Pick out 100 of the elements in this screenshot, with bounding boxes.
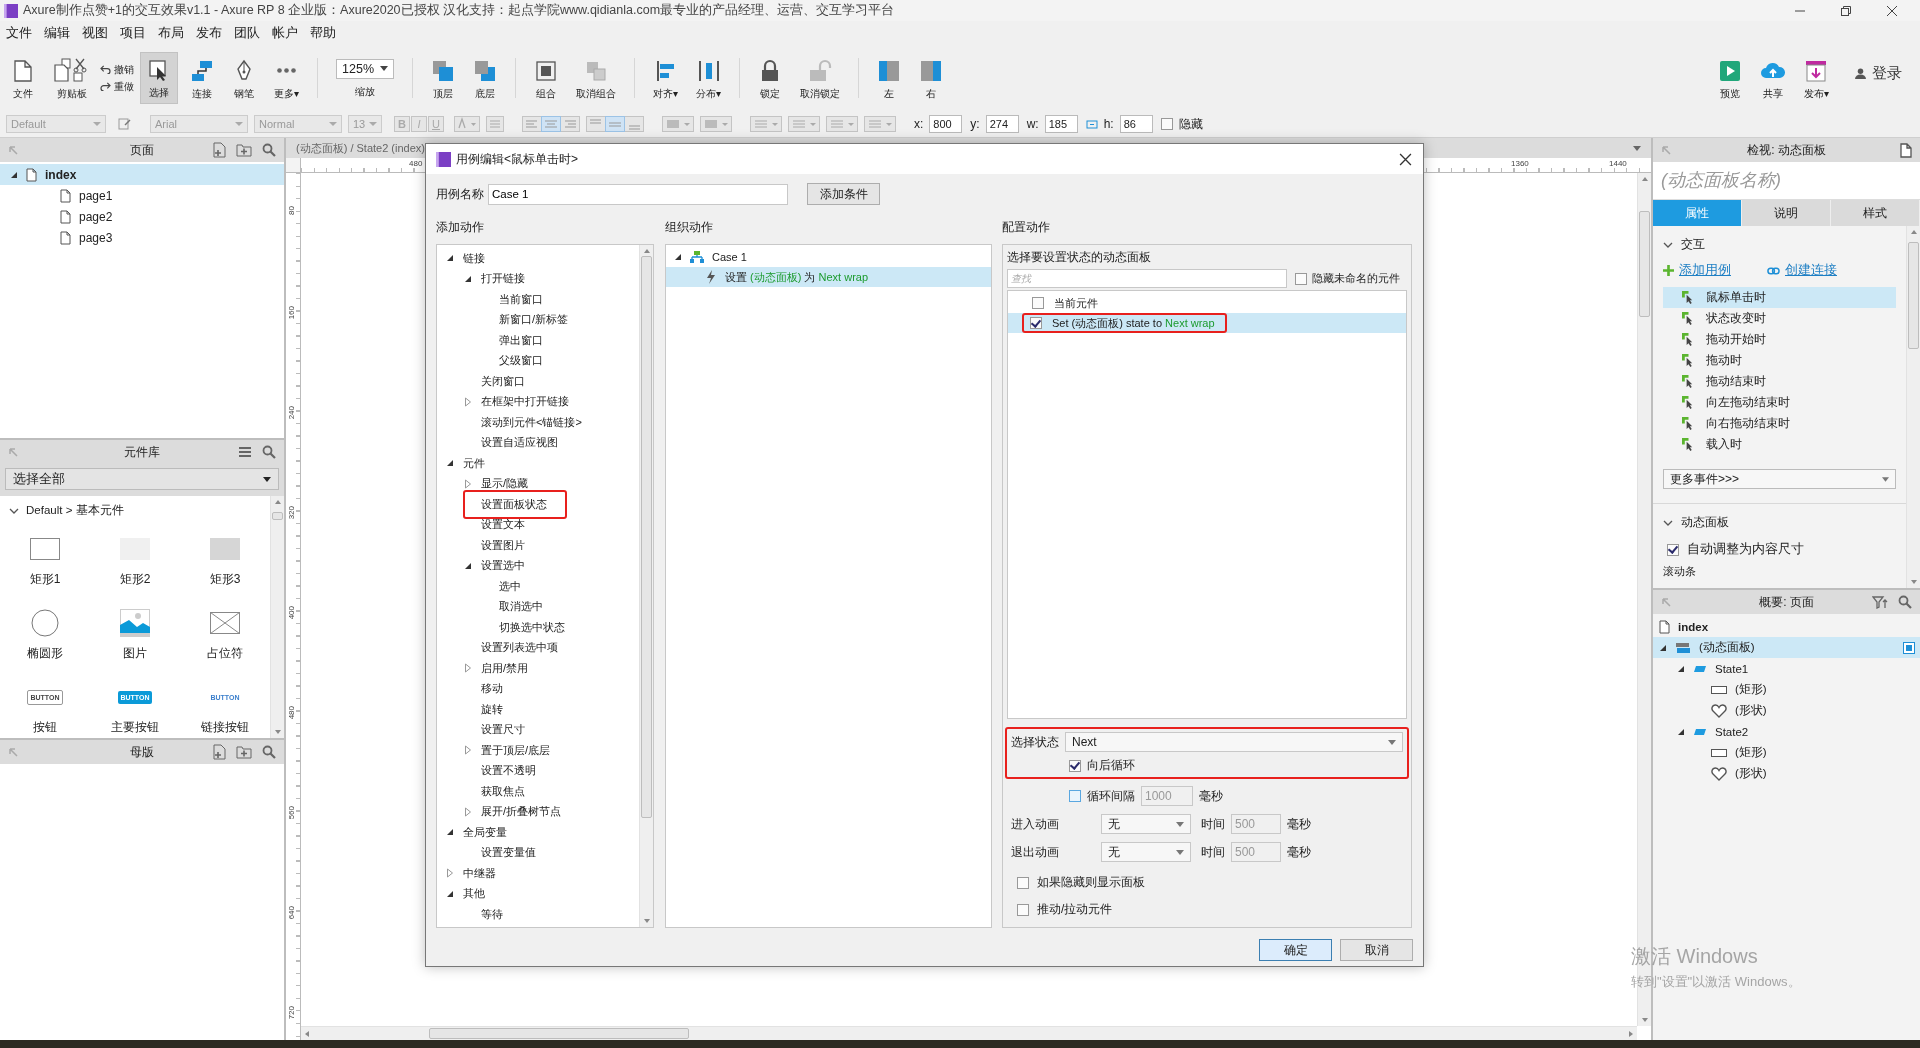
toolbar-button[interactable]: 组合 — [528, 52, 565, 104]
cancel-button[interactable]: 取消 — [1340, 939, 1413, 961]
expanded-arrow-icon[interactable] — [446, 254, 454, 263]
tab[interactable]: 说明 — [1742, 200, 1831, 226]
create-link[interactable]: 创建连接 — [1767, 262, 1837, 279]
collapse-icon[interactable] — [1663, 519, 1673, 526]
event-item[interactable]: 状态改变时 — [1663, 308, 1896, 329]
tree-item[interactable]: 在框架中打开链接 — [479, 392, 571, 412]
tree-item[interactable]: 打开链接 — [479, 269, 527, 289]
toolbar-button[interactable]: 分布▾ — [690, 52, 728, 104]
tree-item[interactable]: 展开/折叠树节点 — [479, 802, 564, 822]
checkbox[interactable] — [1017, 903, 1029, 916]
tree-item[interactable]: 设置尺寸 — [479, 720, 527, 740]
collapsed-arrow-icon[interactable] — [446, 868, 454, 879]
outline-item[interactable]: (矩形) — [1653, 679, 1920, 700]
add-page-icon[interactable] — [212, 744, 226, 760]
widget-item[interactable]: 矩形3 — [209, 534, 241, 588]
toolbar-button[interactable]: 顶层 — [425, 52, 462, 104]
toolbar-button[interactable]: 文件 — [6, 52, 40, 104]
position-field[interactable]: 86 — [1119, 115, 1153, 133]
text-align-icon[interactable] — [522, 116, 580, 132]
checkbox[interactable] — [1017, 876, 1029, 889]
font-color-icon[interactable] — [454, 116, 480, 132]
tree-item[interactable]: 父级窗口 — [497, 351, 545, 371]
collapsed-arrow-icon[interactable] — [464, 478, 472, 489]
case-label[interactable]: Case 1 — [712, 251, 747, 263]
page-item[interactable]: page2 — [0, 206, 284, 227]
canvas-tab[interactable]: (动态面板) / State2 (index) — [296, 140, 425, 156]
position-field[interactable]: 800 — [929, 115, 963, 133]
tree-item[interactable]: 取消选中 — [497, 597, 545, 617]
tree-item[interactable]: 选中 — [497, 576, 523, 596]
outline-item[interactable]: (形状) — [1653, 700, 1920, 721]
tree-item[interactable]: 设置列表选中项 — [479, 638, 560, 658]
library-group[interactable]: Default > 基本元件 — [0, 496, 124, 518]
menu-item[interactable]: 视图 — [82, 24, 108, 42]
add-condition-button[interactable]: 添加条件 — [807, 183, 880, 205]
scrollbar[interactable] — [1906, 226, 1920, 588]
widget-item[interactable]: 矩形1 — [29, 534, 61, 588]
event-item[interactable]: 载入时 — [1663, 434, 1896, 455]
outline-item[interactable]: (形状) — [1653, 763, 1920, 784]
state-dropdown[interactable]: Next — [1065, 732, 1403, 752]
toolbar-button[interactable]: 选择 — [140, 52, 178, 104]
pin-icon[interactable] — [1661, 145, 1671, 155]
event-item[interactable]: 向左拖动结束时 — [1663, 392, 1896, 413]
outline-item[interactable]: (矩形) — [1653, 742, 1920, 763]
add-page-icon[interactable] — [212, 142, 226, 158]
zoom-dropdown[interactable]: 125% — [336, 58, 395, 79]
expanded-arrow-icon[interactable] — [674, 253, 682, 261]
more-events-dropdown[interactable]: 更多事件>>> — [1663, 469, 1896, 489]
close-icon[interactable] — [1399, 152, 1412, 166]
checkbox[interactable] — [1069, 759, 1081, 772]
tree-item[interactable]: 全局变量 — [461, 822, 509, 842]
section-header[interactable]: 交互 — [1663, 236, 1705, 253]
collapsed-arrow-icon[interactable] — [464, 745, 472, 756]
search-icon[interactable] — [1898, 595, 1912, 609]
toolbar-button[interactable]: 剪贴板 — [46, 52, 98, 104]
toolbar-button[interactable]: 钢笔 — [226, 52, 262, 104]
widget-item[interactable]: 矩形2 — [119, 534, 151, 588]
tree-item[interactable]: 设置选中 — [479, 556, 527, 576]
expanded-arrow-icon[interactable] — [1677, 727, 1685, 736]
expanded-arrow-icon[interactable] — [464, 561, 472, 570]
case-name-field[interactable]: Case 1 — [488, 183, 788, 205]
menu-item[interactable]: 帮助 — [310, 24, 336, 42]
toolbar-button[interactable]: 预览 — [1711, 52, 1748, 104]
fill-color-icon[interactable] — [700, 116, 732, 132]
toolbar-button[interactable]: 取消组合 — [570, 52, 623, 104]
page-item[interactable]: page3 — [0, 227, 284, 248]
expanded-arrow-icon[interactable] — [464, 274, 472, 283]
menu-item[interactable]: 发布 — [196, 24, 222, 42]
ok-button[interactable]: 确定 — [1259, 939, 1332, 961]
collapsed-arrow-icon[interactable] — [464, 806, 472, 817]
fill-color-icon[interactable] — [662, 116, 694, 132]
tree-item[interactable]: 新窗口/新标签 — [497, 310, 571, 330]
menu-item[interactable]: 团队 — [234, 24, 260, 42]
tree-item[interactable]: 置于顶层/底层 — [479, 740, 553, 760]
panel-marker-icon[interactable] — [1903, 641, 1915, 654]
search-field[interactable]: 查找 — [1007, 269, 1287, 288]
menu-icon[interactable] — [238, 446, 252, 458]
paint-format-icon[interactable] — [118, 117, 132, 131]
dropdown-icon[interactable] — [1633, 145, 1641, 151]
toolbar-button[interactable]: 底层 — [467, 52, 504, 104]
checkbox[interactable] — [1295, 272, 1307, 285]
target-item[interactable]: 当前元件 — [1030, 294, 1100, 312]
page-item[interactable]: index — [0, 164, 284, 185]
outline-item[interactable]: (动态面板) — [1653, 637, 1920, 658]
collapsed-arrow-icon[interactable] — [464, 396, 472, 407]
expanded-arrow-icon[interactable] — [10, 170, 18, 179]
toolbar-button[interactable]: 对齐▾ — [647, 52, 685, 104]
toolbar-button[interactable]: 锁定 — [752, 52, 789, 104]
widget-item[interactable]: 图片 — [120, 608, 150, 662]
restore-icon[interactable] — [1840, 4, 1852, 17]
animation-dropdown[interactable]: 无 — [1101, 814, 1191, 834]
menu-item[interactable]: 文件 — [6, 24, 32, 42]
undo-button[interactable]: 撤销 — [100, 62, 134, 77]
scrollbar[interactable] — [639, 245, 653, 927]
redo-button[interactable]: 重做 — [100, 79, 134, 94]
collapse-icon[interactable] — [1663, 241, 1673, 248]
search-icon[interactable] — [262, 745, 276, 759]
outline-item[interactable]: State1 — [1653, 658, 1920, 679]
pin-icon[interactable] — [8, 447, 18, 457]
